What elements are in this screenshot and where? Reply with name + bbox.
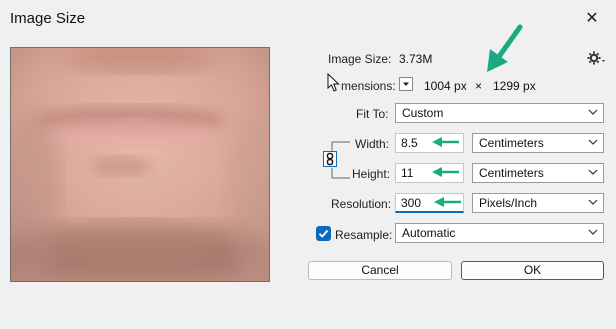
dimensions-width-value: 1004 px [424,79,467,93]
resolution-unit-value: Pixels/Inch [479,196,538,210]
fit-to-value: Custom [402,106,444,120]
dimensions-label: mensions: [341,79,396,93]
annotation-arrow-icon [430,165,460,179]
width-unit-value: Centimeters [479,136,544,150]
chain-link-icon[interactable] [323,151,337,167]
checkmark-icon [318,229,329,238]
width-unit-select[interactable]: Centimeters [472,133,604,153]
close-icon[interactable]: ✕ [580,7,604,31]
chevron-down-icon [588,229,598,235]
annotation-arrow-icon [484,22,526,74]
annotation-arrow-icon [430,135,460,149]
image-preview[interactable] [10,47,270,282]
chevron-down-icon [588,139,598,145]
resolution-label: Resolution: [331,197,392,211]
fit-to-label: Fit To: [356,107,389,121]
resample-method-value: Automatic [402,226,456,240]
ok-button[interactable]: OK [461,261,604,280]
chevron-down-icon [588,169,598,175]
chevron-down-icon [588,109,598,115]
fit-to-select[interactable]: Custom [395,103,604,123]
dimensions-unit-dropdown[interactable] [399,77,413,91]
gear-icon[interactable] [587,50,605,66]
annotation-arrow-icon [432,195,462,209]
resample-label: Resample: [335,228,393,242]
resolution-unit-select[interactable]: Pixels/Inch [472,193,604,213]
chevron-down-icon [403,82,409,86]
width-label: Width: [355,137,390,151]
image-size-value: 3.73M [399,52,433,66]
dimensions-times-sign: × [475,79,483,93]
face-preview-image [11,48,269,281]
chevron-down-icon [588,199,598,205]
resample-checkbox[interactable] [316,226,331,241]
resample-method-select[interactable]: Automatic [395,223,604,243]
cancel-button[interactable]: Cancel [308,261,452,280]
mouse-pointer-icon [327,72,341,93]
image-size-label: Image Size: [328,52,392,66]
height-unit-value: Centimeters [479,166,544,180]
height-label: Height: [352,167,391,181]
dimensions-height-value: 1299 px [493,79,536,93]
window-title: Image Size [10,10,86,27]
height-unit-select[interactable]: Centimeters [472,163,604,183]
